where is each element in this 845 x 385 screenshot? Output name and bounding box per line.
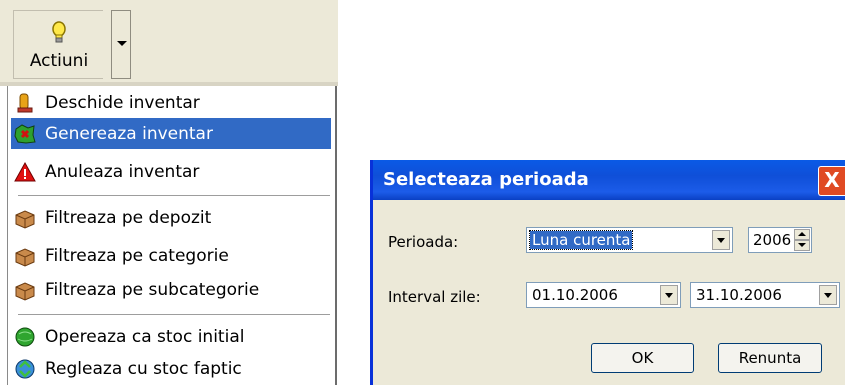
menu-item-label: Genereaza inventar [45,123,213,144]
actions-button[interactable]: Actiuni [13,10,103,79]
menu-item-label: Opereaza ca stoc initial [45,326,245,347]
dialog-titlebar[interactable]: Selecteaza perioada X [373,160,845,200]
menu-separator [18,195,330,197]
warning-icon [14,161,36,181]
spin-up-icon[interactable] [794,229,810,240]
green-globe-icon [15,327,35,346]
actions-label: Actiuni [29,51,89,71]
dialog-title: Selecteaza perioada [383,169,589,190]
date-from-value: 01.10.2006 [532,286,618,304]
spin-down-icon[interactable] [794,240,810,251]
chevron-down-icon[interactable] [819,285,837,305]
ok-button[interactable]: OK [591,343,694,373]
year-spinner[interactable]: 2006 [748,227,812,253]
toolbar: Actiuni [0,0,338,82]
menu-item-genereaza-inventar[interactable]: Genereaza inventar [11,118,331,149]
close-icon: X [824,168,840,192]
generate-inventory-icon [14,123,36,144]
menu-item-deschide-inventar[interactable]: Deschide inventar [11,87,331,118]
menu-item-filtreaza-depozit[interactable]: Filtreaza pe depozit [11,202,331,233]
box-icon [15,209,35,229]
menu-item-regleaza-stoc-faptic[interactable]: Regleaza cu stoc faptic [11,353,331,384]
date-to-select[interactable]: 31.10.2006 [690,282,840,308]
period-label: Perioada: [388,233,459,251]
menu-separator [18,314,330,316]
box-icon [15,281,35,301]
box-icon [15,247,35,267]
year-value: 2006 [753,231,792,249]
date-to-value: 31.10.2006 [696,286,782,304]
menu-item-label: Deschide inventar [45,92,200,113]
menu-item-label: Filtreaza pe subcategorie [45,279,260,300]
date-from-select[interactable]: 01.10.2006 [526,282,681,308]
menu-item-anuleaza-inventar[interactable]: Anuleaza inventar [11,156,331,187]
close-button[interactable]: X [818,166,845,196]
chevron-down-icon[interactable] [712,230,730,250]
menu-item-label: Regleaza cu stoc faptic [45,358,242,379]
menu-item-label: Anuleaza inventar [45,161,200,182]
interval-label: Interval zile: [388,288,481,306]
open-inventory-icon [17,93,33,112]
actions-dropdown-button[interactable] [111,10,131,79]
select-period-dialog: Selecteaza perioada X Perioada: Luna cur… [370,160,845,385]
actions-menu: Deschide inventar Genereaza inventar Anu… [7,86,337,385]
recycle-icon [15,359,35,378]
menu-item-filtreaza-categorie[interactable]: Filtreaza pe categorie [11,240,331,271]
lightbulb-icon [52,21,66,43]
menu-item-opereaza-stoc-initial[interactable]: Opereaza ca stoc initial [11,321,331,352]
chevron-down-icon [117,41,127,46]
cancel-button[interactable]: Renunta [718,343,822,373]
chevron-down-icon[interactable] [660,285,678,305]
period-select-value: Luna curenta [528,230,634,250]
menu-item-label: Filtreaza pe categorie [45,245,229,266]
period-select[interactable]: Luna curenta [526,227,733,253]
menu-item-filtreaza-subcategorie[interactable]: Filtreaza pe subcategorie [11,274,331,305]
menu-item-label: Filtreaza pe depozit [45,207,212,228]
